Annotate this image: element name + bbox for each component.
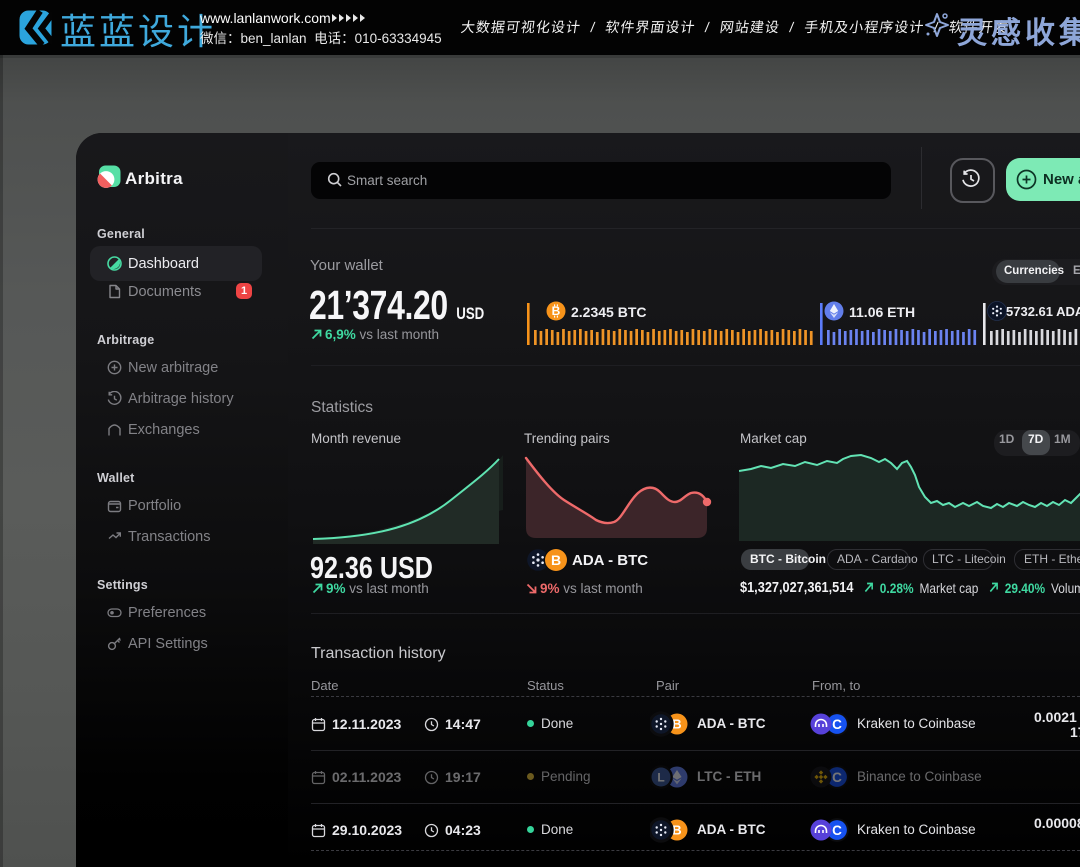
svg-text:B: B (672, 823, 681, 838)
svg-text:B: B (551, 552, 561, 568)
svg-text:C: C (832, 823, 842, 838)
svg-text:B: B (672, 717, 681, 732)
svg-text:C: C (832, 717, 842, 732)
svg-text:B: B (552, 304, 561, 318)
svg-text:C: C (832, 770, 842, 785)
svg-text:L: L (657, 770, 664, 784)
